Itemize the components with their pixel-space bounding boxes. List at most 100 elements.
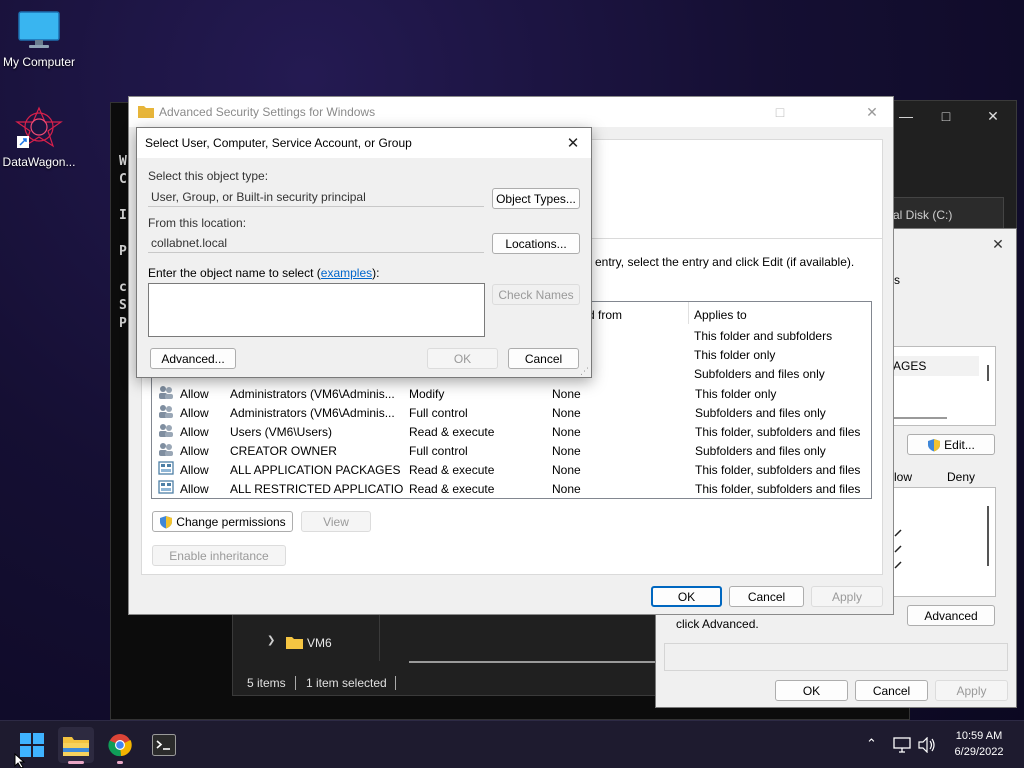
taskbar-file-explorer[interactable] (58, 727, 94, 764)
package-icon (152, 460, 174, 479)
cancel-button[interactable]: Cancel (855, 680, 928, 701)
clock-time[interactable]: 10:59 AM (946, 730, 1012, 742)
check-names-button[interactable]: Check Names (492, 284, 580, 305)
entry-inherited: None (552, 443, 581, 458)
checkmark-icon (894, 529, 902, 569)
resize-grip-icon[interactable]: ⋰ (580, 366, 589, 377)
title-bar[interactable]: Select User, Computer, Service Account, … (137, 128, 591, 158)
advanced-button[interactable]: Advanced... (150, 348, 236, 369)
scrollbar-horizontal[interactable] (893, 417, 947, 419)
instruction-text: entry, select the entry and click Edit (… (595, 255, 855, 269)
ok-button[interactable]: OK (651, 586, 722, 607)
desktop-icon-my-computer[interactable]: My Computer (0, 10, 81, 69)
table-row[interactable]: Allow ALL RESTRICTED APPLICATIO... Read … (152, 479, 871, 498)
package-icon (152, 479, 174, 498)
apply-button[interactable]: Apply (811, 586, 883, 607)
entry-inherited: None (552, 481, 581, 496)
edit-button[interactable]: Edit... (907, 434, 995, 455)
column-allow: low (894, 470, 913, 484)
users-icon (152, 403, 174, 422)
list-item-label: AGES (893, 359, 927, 373)
maximize-icon[interactable]: □ (923, 101, 969, 131)
cursor-icon (14, 753, 26, 768)
tab-fragment[interactable]: s (894, 273, 900, 287)
change-permissions-button[interactable]: Change permissions (152, 511, 293, 532)
entry-applies: This folder, subfolders and files (695, 481, 861, 496)
group-frame (664, 643, 1008, 671)
scrollbar[interactable] (987, 506, 989, 566)
entry-access: Read & execute (409, 481, 495, 496)
network-icon[interactable] (893, 737, 911, 753)
entry-access: Modify (409, 386, 445, 401)
address-drive[interactable]: cal Disk (C:) (878, 197, 1004, 229)
advanced-button[interactable]: Advanced (907, 605, 995, 626)
object-types-button[interactable]: Object Types... (492, 188, 580, 209)
entry-access: Read & execute (409, 462, 495, 477)
entry-applies: This folder only (695, 386, 777, 401)
entry-principal: Users (VM6\Users) (230, 424, 333, 439)
entry-access: Full control (409, 443, 468, 458)
chevron-right-icon[interactable]: ❯ (267, 635, 275, 646)
select-user-dialog[interactable]: Select User, Computer, Service Account, … (136, 127, 592, 378)
tree-item-vm6[interactable]: VM6 (307, 636, 332, 650)
ok-button[interactable]: OK (775, 680, 848, 701)
taskbar-chrome[interactable] (102, 727, 138, 764)
scrollbar[interactable] (987, 365, 989, 381)
clock-date[interactable]: 6/29/2022 (946, 746, 1012, 758)
permission-list[interactable] (892, 487, 996, 597)
close-icon[interactable]: ✕ (970, 101, 1016, 131)
entry-applies: This folder and subfolders (694, 329, 833, 343)
table-row[interactable]: Allow Administrators (VM6\Adminis... Mod… (152, 384, 871, 403)
entry-applies: Subfolders and files only (695, 443, 826, 458)
close-icon[interactable]: ✕ (555, 128, 591, 158)
ok-button[interactable]: OK (427, 348, 498, 369)
entry-type: Allow (180, 462, 209, 477)
view-button[interactable]: View (301, 511, 371, 532)
chrome-icon (108, 734, 132, 757)
desktop-icon-datawagon[interactable]: DataWagon... (0, 106, 81, 169)
table-row[interactable]: Allow Administrators (VM6\Adminis... Ful… (152, 403, 871, 422)
object-name-input[interactable] (148, 283, 485, 337)
desktop-icon-label: My Computer (2, 55, 76, 69)
users-icon (152, 384, 174, 403)
entry-inherited: None (552, 462, 581, 477)
entry-applies: Subfolders and files only (695, 405, 826, 420)
entry-principal: Administrators (VM6\Adminis... (230, 405, 395, 420)
permission-table[interactable]: Allow Administrators (VM6\Adminis... Mod… (152, 384, 871, 498)
maximize-icon[interactable]: □ (757, 97, 803, 127)
dialog-title: Select User, Computer, Service Account, … (145, 136, 412, 150)
examples-link[interactable]: examples (321, 266, 372, 280)
scrollbar[interactable] (409, 661, 659, 663)
object-name-label: Enter the object name to select (example… (148, 266, 380, 280)
close-icon[interactable]: ✕ (978, 229, 1018, 259)
apply-button[interactable]: Apply (935, 680, 1008, 701)
close-icon[interactable]: ✕ (849, 97, 895, 127)
object-type-label: Select this object type: (148, 169, 269, 183)
users-icon (152, 441, 174, 460)
entry-type: Allow (180, 405, 209, 420)
status-item-count: 5 items (247, 676, 286, 690)
locations-button[interactable]: Locations... (492, 233, 580, 254)
entry-applies: This folder only (694, 348, 776, 362)
entry-applies: This folder, subfolders and files (695, 424, 861, 439)
table-row[interactable]: Allow CREATOR OWNER Full control None Su… (152, 441, 871, 460)
folder-icon (286, 635, 303, 652)
enable-inheritance-button[interactable]: Enable inheritance (152, 545, 286, 566)
table-row[interactable]: Allow ALL APPLICATION PACKAGES Read & ex… (152, 460, 871, 479)
entry-inherited: None (552, 424, 581, 439)
datawagon-icon (15, 106, 63, 148)
title-bar[interactable]: Advanced Security Settings for Windows □… (129, 97, 893, 127)
entry-inherited: None (552, 405, 581, 420)
group-list[interactable]: AGES (892, 346, 996, 426)
volume-icon[interactable] (918, 737, 936, 753)
chevron-up-icon[interactable]: ⌃ (866, 736, 877, 752)
column-separator (688, 302, 689, 324)
monitor-icon (18, 11, 60, 48)
cancel-button[interactable]: Cancel (729, 586, 804, 607)
taskbar-terminal[interactable] (146, 727, 182, 763)
table-row[interactable]: Allow Users (VM6\Users) Read & execute N… (152, 422, 871, 441)
column-deny: Deny (947, 470, 976, 484)
desktop-icon-label: DataWagon... (2, 155, 76, 169)
folder-icon (63, 737, 89, 756)
cancel-button[interactable]: Cancel (508, 348, 579, 369)
